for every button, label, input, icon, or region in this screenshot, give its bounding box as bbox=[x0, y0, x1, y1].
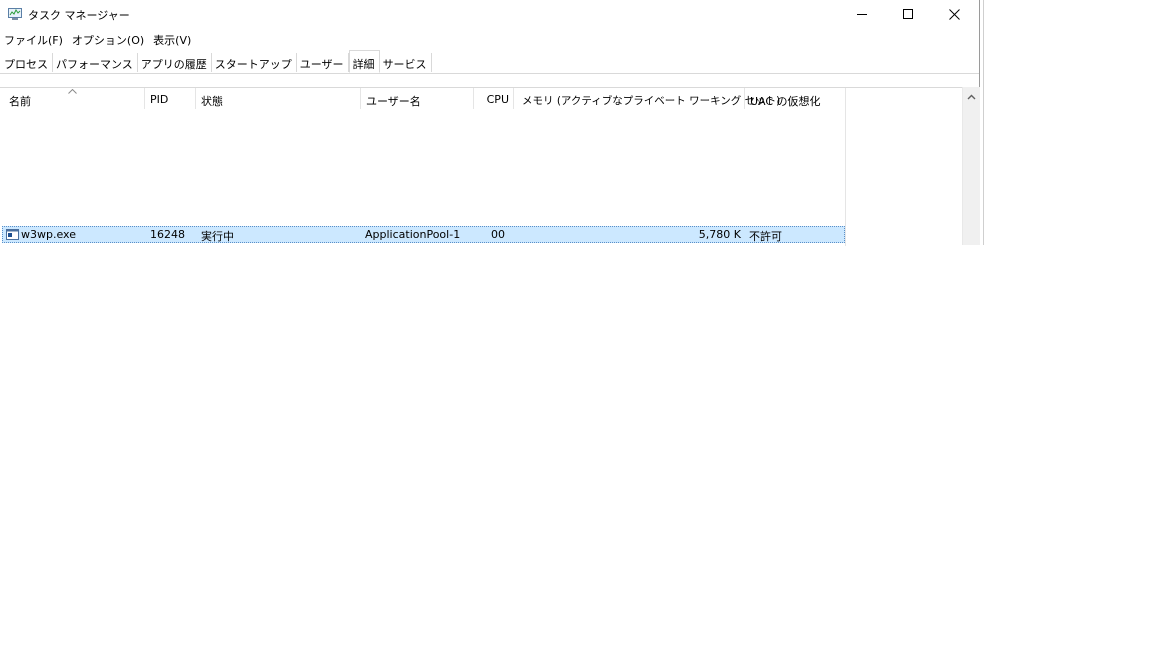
close-icon bbox=[948, 8, 960, 20]
column-header-name[interactable]: 名前 bbox=[0, 88, 145, 109]
column-header-cpu[interactable]: CPU bbox=[474, 88, 514, 109]
column-name-label: 名前 bbox=[9, 95, 31, 108]
maximize-icon bbox=[903, 9, 913, 19]
tab-services[interactable]: サービス bbox=[379, 53, 432, 72]
process-uac: 不許可 bbox=[749, 230, 782, 243]
process-name: w3wp.exe bbox=[21, 228, 76, 241]
column-header-memory[interactable]: メモリ (アクティブなプライベート ワーキング セット) bbox=[514, 88, 780, 109]
minimize-button[interactable] bbox=[839, 0, 885, 28]
tab-users[interactable]: ユーザー bbox=[296, 53, 349, 72]
process-username: ApplicationPool-1 bbox=[365, 228, 461, 241]
menu-view[interactable]: 表示(V) bbox=[149, 30, 196, 48]
column-header-uac[interactable]: UAC の仮想化 bbox=[745, 88, 846, 109]
task-manager-icon bbox=[8, 8, 22, 20]
chevron-up-icon bbox=[967, 94, 976, 100]
process-cpu: 00 bbox=[491, 228, 505, 241]
tab-processes[interactable]: プロセス bbox=[1, 53, 53, 72]
menu-options[interactable]: オプション(O) bbox=[68, 30, 149, 48]
column-header-status[interactable]: 状態 bbox=[196, 88, 361, 109]
sort-ascending-icon bbox=[68, 89, 77, 94]
tab-app-history[interactable]: アプリの履歴 bbox=[137, 53, 212, 72]
menu-bar: ファイル(F) オプション(O) 表示(V) bbox=[0, 30, 196, 48]
close-button[interactable] bbox=[931, 0, 977, 28]
title-bar[interactable]: タスク マネージャー bbox=[0, 0, 979, 28]
menu-file[interactable]: ファイル(F) bbox=[0, 30, 68, 48]
window-title: タスク マネージャー bbox=[28, 9, 130, 22]
table-header: 名前 PID 状態 ユーザー名 CPU メモリ (アクティブなプライベート ワー… bbox=[0, 88, 846, 109]
process-status: 実行中 bbox=[201, 230, 234, 243]
minimize-icon bbox=[857, 14, 867, 15]
maximize-button[interactable] bbox=[885, 0, 931, 28]
column-header-pid[interactable]: PID bbox=[145, 88, 196, 109]
details-table: 名前 PID 状態 ユーザー名 CPU メモリ (アクティブなプライベート ワー… bbox=[0, 87, 962, 246]
process-icon bbox=[6, 229, 19, 240]
process-pid: 16248 bbox=[150, 228, 185, 241]
column-end-divider bbox=[845, 88, 846, 246]
tab-strip: プロセス パフォーマンス アプリの履歴 スタートアップ ユーザー 詳細 サービス bbox=[0, 50, 979, 74]
tab-startup[interactable]: スタートアップ bbox=[211, 53, 297, 72]
window-shadow-edge bbox=[977, 0, 984, 245]
tab-details[interactable]: 詳細 bbox=[348, 50, 380, 73]
tab-performance[interactable]: パフォーマンス bbox=[53, 53, 138, 72]
process-memory: 5,780 K bbox=[698, 228, 741, 241]
column-header-username[interactable]: ユーザー名 bbox=[361, 88, 474, 109]
task-manager-window: タスク マネージャー ファイル(F) オプション(O) 表示(V) プロセス パ… bbox=[0, 0, 980, 246]
table-row[interactable]: w3wp.exe 16248 実行中 ApplicationPool-1 00 … bbox=[2, 226, 845, 243]
